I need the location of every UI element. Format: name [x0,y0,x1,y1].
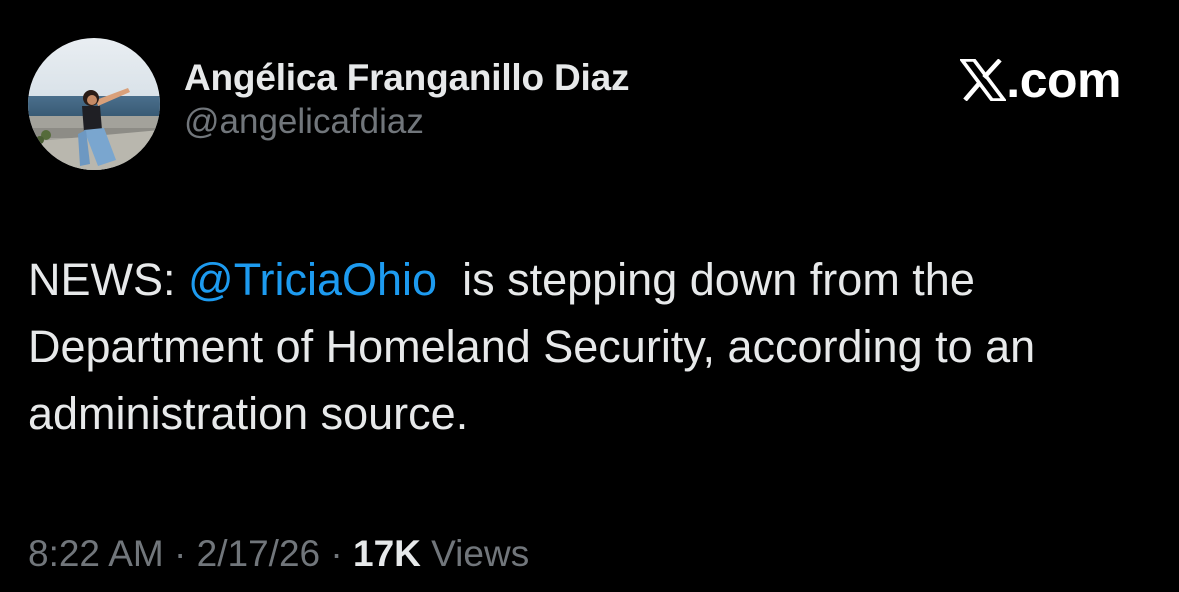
author-block: Angélica Franganillo Diaz @angelicafdiaz [184,56,629,144]
tweet-meta: 8:22 AM · 2/17/26 · 17K Views [28,530,529,578]
views-count[interactable]: 17K [353,533,421,574]
meta-separator: · [163,533,197,574]
tweet-prefix: NEWS: [28,254,189,305]
mention-link[interactable]: @TriciaOhio [188,254,437,305]
brand-watermark[interactable]: .com [960,52,1121,108]
x-logo-icon [960,59,1007,101]
author-display-name[interactable]: Angélica Franganillo Diaz [184,56,629,100]
author-handle[interactable]: @angelicafdiaz [184,100,629,144]
avatar-photo [28,38,160,170]
views-label: Views [420,533,530,574]
avatar[interactable] [28,38,160,170]
tweet-date[interactable]: 2/17/26 [197,533,320,574]
tweet-card: Angélica Franganillo Diaz @angelicafdiaz… [0,0,1179,592]
brand-domain-label: .com [1006,52,1121,108]
tweet-text: NEWS: @TriciaOhio is stepping down from … [28,246,1148,447]
meta-separator: · [320,533,353,574]
tweet-time[interactable]: 8:22 AM [28,533,164,574]
